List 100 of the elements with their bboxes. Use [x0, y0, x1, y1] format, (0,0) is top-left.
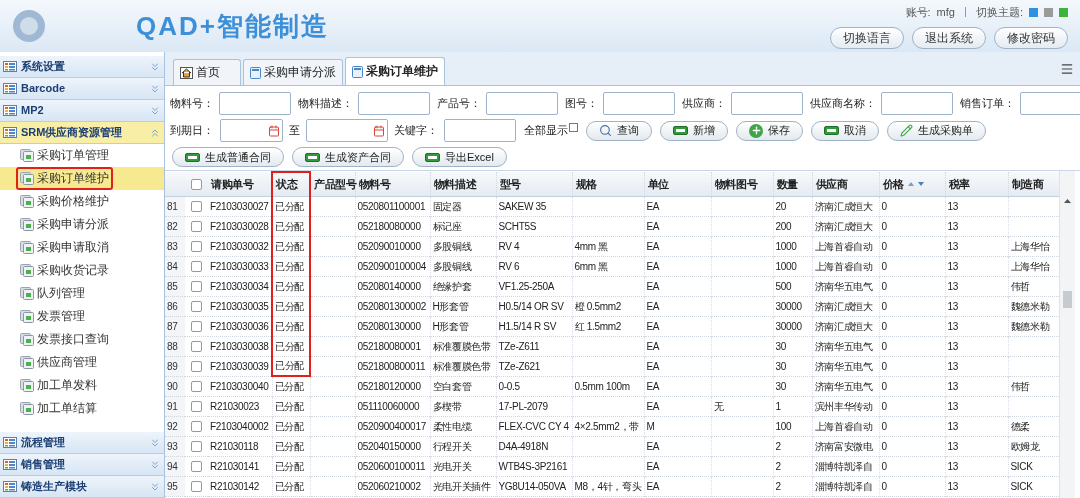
- table-cell: 30: [775, 380, 787, 392]
- sidebar-item[interactable]: 采购订单管理: [0, 144, 164, 167]
- sidebar-section-header[interactable]: 流程管理: [0, 432, 164, 454]
- account-name: mfg: [936, 5, 955, 20]
- sidebar-item[interactable]: 供应商管理: [0, 351, 164, 374]
- sidebar-item[interactable]: 发票接口查询: [0, 328, 164, 351]
- table-cell: 1: [775, 400, 781, 412]
- table-cell: 100: [775, 420, 792, 432]
- column-header[interactable]: 产品型号: [310, 172, 355, 196]
- row-checkbox[interactable]: [191, 341, 202, 353]
- table-cell: 无: [713, 400, 724, 412]
- scrollbar[interactable]: [1059, 171, 1075, 498]
- calendar-icon[interactable]: [373, 124, 385, 137]
- sidebar-item[interactable]: 发票管理: [0, 305, 164, 328]
- table-cell: EA: [646, 440, 660, 452]
- scroll-thumb[interactable]: [1063, 291, 1072, 308]
- row-checkbox[interactable]: [191, 441, 202, 453]
- table-cell: EA: [646, 220, 660, 232]
- filter-field[interactable]: [444, 119, 516, 142]
- sort-icon[interactable]: [906, 180, 925, 187]
- theme-swatch[interactable]: [1059, 7, 1068, 17]
- date-field[interactable]: [220, 119, 283, 142]
- column-header[interactable]: 价格: [879, 172, 945, 196]
- sidebar-item[interactable]: 采购申请分派: [0, 213, 164, 236]
- menu-icon[interactable]: [1060, 62, 1074, 76]
- action-button[interactable]: 生成采购单: [887, 120, 986, 141]
- column-header[interactable]: 数量: [773, 172, 812, 196]
- filter-field[interactable]: [358, 92, 430, 115]
- filter-field[interactable]: [731, 92, 803, 115]
- tab[interactable]: 采购申请分派: [243, 59, 343, 85]
- action-button[interactable]: 导出Excel: [412, 147, 507, 167]
- column-header[interactable]: 单位: [644, 172, 711, 196]
- bar-icon: [824, 126, 839, 135]
- filter-field[interactable]: [881, 92, 953, 115]
- column-header[interactable]: 供应商: [812, 172, 879, 196]
- row-checkbox[interactable]: [191, 241, 202, 253]
- column-header[interactable]: 请购单号: [208, 172, 272, 196]
- header-button[interactable]: 退出系统: [912, 26, 986, 49]
- sidebar-section-header[interactable]: 铸造生产模块: [0, 476, 164, 498]
- row-checkbox[interactable]: [191, 401, 202, 413]
- filter-field[interactable]: [1020, 92, 1080, 115]
- header-button[interactable]: 修改密码: [994, 26, 1068, 49]
- tab[interactable]: 采购订单维护: [345, 57, 445, 85]
- row-checkbox[interactable]: [191, 301, 202, 313]
- row-checkbox[interactable]: [191, 221, 202, 233]
- scroll-up-icon[interactable]: [1064, 199, 1071, 203]
- row-checkbox[interactable]: [191, 381, 202, 393]
- sidebar-item[interactable]: 加工单结算: [0, 397, 164, 420]
- row-checkbox[interactable]: [191, 361, 202, 373]
- sidebar-section-header[interactable]: 系统设置: [0, 56, 164, 78]
- action-button[interactable]: 生成资产合同: [292, 147, 404, 167]
- table-cell: 1000: [775, 260, 797, 272]
- sidebar-section-header[interactable]: Barcode: [0, 78, 164, 100]
- table-cell: 德柔: [1010, 420, 1030, 432]
- column-header[interactable]: 状态: [272, 172, 310, 196]
- action-button[interactable]: 查询: [586, 120, 652, 141]
- row-checkbox[interactable]: [191, 261, 202, 273]
- action-button[interactable]: 保存: [736, 120, 803, 141]
- row-number: 86: [165, 296, 185, 316]
- row-checkbox[interactable]: [191, 461, 202, 473]
- sidebar-item[interactable]: 采购申请取消: [0, 236, 164, 259]
- row-number: 88: [165, 336, 185, 356]
- action-button[interactable]: 新增: [660, 120, 728, 141]
- column-header[interactable]: 税率: [945, 172, 1008, 196]
- sidebar-item[interactable]: 采购订单维护: [0, 167, 164, 190]
- page-icon: [20, 356, 34, 369]
- column-header[interactable]: 物料描述: [430, 172, 496, 196]
- filter-field[interactable]: [486, 92, 558, 115]
- row-checkbox[interactable]: [191, 481, 202, 493]
- column-header[interactable]: 制造商: [1008, 172, 1059, 196]
- theme-swatch[interactable]: [1044, 7, 1053, 17]
- sidebar-item[interactable]: 队列管理: [0, 282, 164, 305]
- sidebar-item[interactable]: 采购收货记录: [0, 259, 164, 282]
- checkbox[interactable]: [569, 123, 578, 132]
- column-header[interactable]: 型号: [496, 172, 572, 196]
- column-header[interactable]: 规格: [572, 172, 644, 196]
- action-button[interactable]: 生成普通合同: [172, 147, 284, 167]
- header-button[interactable]: 切换语言: [830, 26, 904, 49]
- sidebar-item[interactable]: 加工单发料: [0, 374, 164, 397]
- column-header[interactable]: 物料图号: [711, 172, 773, 196]
- table-cell: 已分配: [274, 480, 304, 492]
- calendar-icon[interactable]: [268, 124, 280, 137]
- row-checkbox[interactable]: [191, 201, 202, 213]
- sidebar-section-header[interactable]: 销售管理: [0, 454, 164, 476]
- theme-swatch[interactable]: [1029, 7, 1038, 17]
- action-button[interactable]: 取消: [811, 120, 879, 141]
- row-checkbox[interactable]: [191, 421, 202, 433]
- tab[interactable]: 首页: [173, 59, 241, 85]
- row-checkbox[interactable]: [191, 281, 202, 293]
- date-field[interactable]: [306, 119, 388, 142]
- table-cell: 济南华五电气: [814, 360, 873, 372]
- table-cell: 13: [947, 380, 959, 392]
- checkbox[interactable]: [191, 179, 202, 191]
- filter-field[interactable]: [219, 92, 291, 115]
- sidebar-section-header[interactable]: MP2: [0, 100, 164, 122]
- sidebar-item[interactable]: 采购价格维护: [0, 190, 164, 213]
- filter-field[interactable]: [603, 92, 675, 115]
- row-checkbox[interactable]: [191, 321, 202, 333]
- sidebar-section-header[interactable]: SRM供应商资源管理: [0, 122, 164, 144]
- table-cell: 0: [881, 460, 887, 472]
